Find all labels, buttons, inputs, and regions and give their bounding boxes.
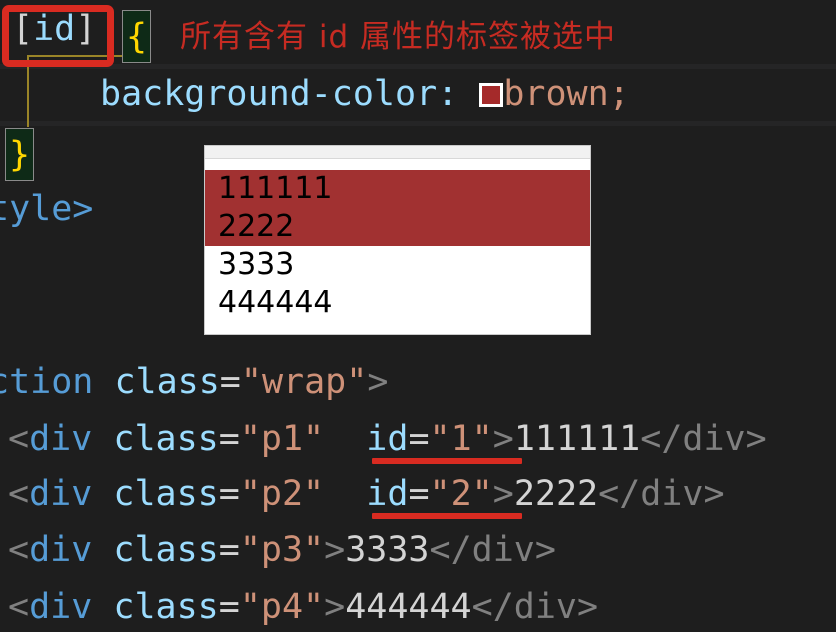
id-value-1: 1 xyxy=(450,419,472,459)
preview-row-2: 2222 xyxy=(205,208,590,246)
bracket-match-highlight-close: } xyxy=(5,128,34,181)
open-brace-glyph: { xyxy=(126,17,148,57)
lt-sign: < xyxy=(8,419,30,459)
quote-open: " xyxy=(239,474,261,514)
section-tag-fragment: ction xyxy=(0,362,115,402)
close-brace-glyph: } xyxy=(9,135,31,175)
div-content-444444: 444444 xyxy=(345,587,472,627)
code-line-div-p4[interactable]: <div class="p4">444444</div> xyxy=(8,590,598,625)
equals-sign: = xyxy=(218,419,240,459)
gt-sign: > xyxy=(324,587,346,627)
gt-sign: > xyxy=(367,362,389,402)
line-separator-band xyxy=(0,121,836,126)
id-value-2: 2 xyxy=(450,474,472,514)
gt-sign: > xyxy=(324,530,346,570)
tag-div: div xyxy=(29,474,93,514)
attr-class: class xyxy=(113,530,219,570)
div-close-tag: </div> xyxy=(598,474,725,514)
attr-class: class xyxy=(113,474,219,514)
tag-div: div xyxy=(29,419,93,459)
equals-sign: = xyxy=(408,474,430,514)
class-value-p1: p1 xyxy=(260,419,304,459)
browser-preview-panel[interactable]: 111111 2222 3333 444444 xyxy=(205,146,590,334)
code-line-style-close[interactable]: tyle> xyxy=(0,192,93,227)
code-line-div-p3[interactable]: <div class="p3">3333</div> xyxy=(8,533,556,568)
quote-close: " xyxy=(303,587,325,627)
annotation-note: 所有含有 id 属性的标签被选中 xyxy=(180,19,616,55)
lt-sign: < xyxy=(8,587,30,627)
class-value-p3: p3 xyxy=(260,530,304,570)
div-content-2222: 2222 xyxy=(513,474,599,514)
quote-open: " xyxy=(429,419,451,459)
preview-row-3: 3333 xyxy=(218,247,295,282)
code-line-div-p1[interactable]: <div class="p1" id="1">111111</div> xyxy=(8,422,767,457)
quote-open: " xyxy=(240,362,262,402)
quote-open: " xyxy=(239,587,261,627)
style-tag-fragment: tyle> xyxy=(0,189,94,229)
code-line-section-open[interactable]: ction class="wrap"> xyxy=(0,365,388,400)
equals-sign: = xyxy=(218,474,240,514)
equals-sign: = xyxy=(219,362,241,402)
code-line-declaration[interactable]: background-color: brown; xyxy=(100,77,630,112)
preview-row-1: 111111 xyxy=(205,170,590,208)
quote-close: " xyxy=(471,419,493,459)
css-value-brown: brown; xyxy=(503,74,630,114)
class-value-p4: p4 xyxy=(260,587,304,627)
id-attribute-underline xyxy=(372,513,522,519)
attr-class: class xyxy=(114,362,220,402)
equals-sign: = xyxy=(218,587,240,627)
code-line-selector[interactable]: [id] xyxy=(12,12,96,47)
bracket-match-highlight-open: { xyxy=(122,10,151,63)
attr-id: id xyxy=(366,419,409,459)
quote-open: " xyxy=(429,474,451,514)
selector-name: id xyxy=(33,9,76,49)
div-content-111111: 111111 xyxy=(513,419,641,459)
preview-row-4: 444444 xyxy=(218,285,333,320)
css-property-background-color: background-color: xyxy=(100,74,459,114)
lt-sign: < xyxy=(8,530,30,570)
preview-toolbar xyxy=(205,146,590,159)
indent-guide xyxy=(27,55,29,127)
class-value-p2: p2 xyxy=(260,474,304,514)
attr-class: class xyxy=(113,419,219,459)
div-close-tag: </div> xyxy=(429,530,556,570)
div-content-3333: 3333 xyxy=(345,530,430,570)
equals-sign: = xyxy=(218,530,240,570)
preview-content-area: 111111 2222 3333 444444 xyxy=(205,159,590,334)
equals-sign: = xyxy=(408,419,430,459)
line-separator-band xyxy=(0,64,836,69)
quote-open: " xyxy=(239,530,261,570)
tag-div: div xyxy=(29,530,93,570)
div-close-tag: </div> xyxy=(471,587,599,627)
gt-sign: > xyxy=(492,419,514,459)
attr-class: class xyxy=(113,587,219,627)
selector-open-bracket: [ xyxy=(12,9,34,49)
gt-sign: > xyxy=(492,474,514,514)
code-line-div-p2[interactable]: <div class="p2" id="2">2222</div> xyxy=(8,477,725,512)
quote-close: " xyxy=(303,419,325,459)
lt-sign: < xyxy=(8,474,30,514)
quote-close: " xyxy=(303,530,325,570)
quote-close: " xyxy=(303,474,325,514)
selector-close-bracket: ] xyxy=(75,9,97,49)
indent-guide-top xyxy=(27,55,132,57)
id-attribute-underline xyxy=(372,458,522,464)
class-value-wrap: wrap xyxy=(261,362,347,402)
quote-open: " xyxy=(239,419,261,459)
color-swatch-brown xyxy=(479,83,504,107)
quote-close: " xyxy=(471,474,493,514)
quote-close: " xyxy=(346,362,368,402)
attr-id: id xyxy=(366,474,409,514)
tag-div: div xyxy=(29,587,93,627)
div-close-tag: </div> xyxy=(640,419,767,459)
